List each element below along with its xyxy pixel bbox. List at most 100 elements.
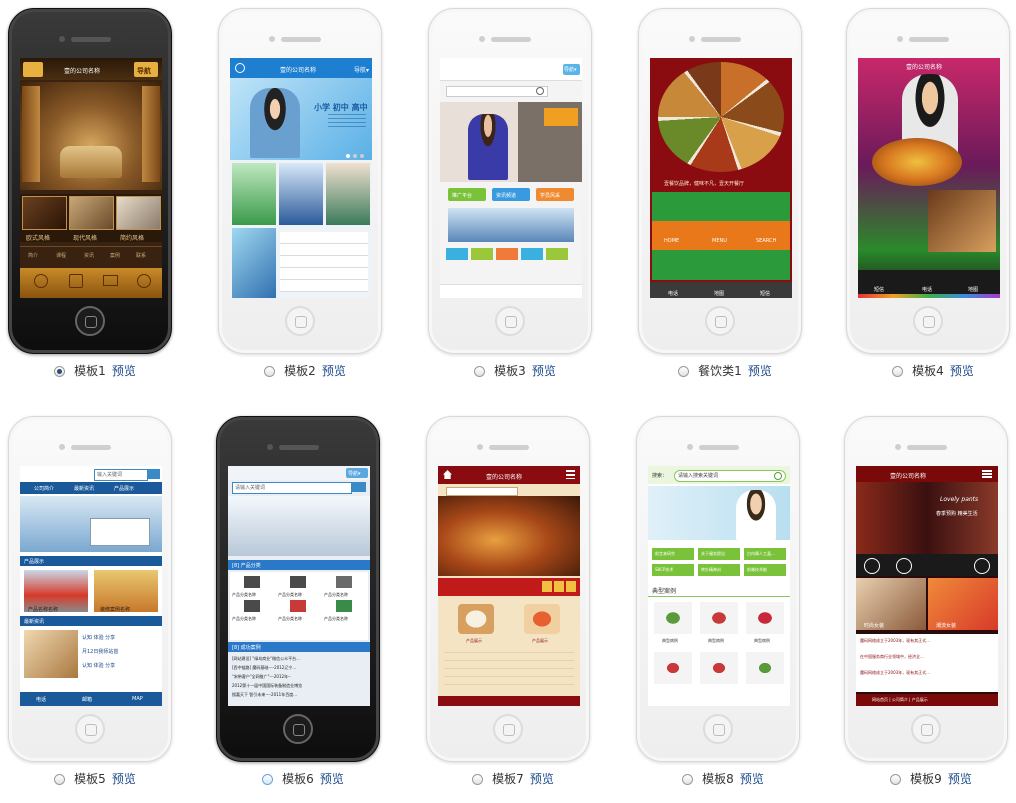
category-icon-4[interactable] [244, 600, 260, 612]
search-icon[interactable] [148, 469, 160, 479]
search-input[interactable] [446, 86, 548, 97]
tab-home[interactable]: HOME [664, 238, 679, 244]
menu-item-1[interactable]: 简介 [28, 252, 38, 259]
template-radio[interactable] [262, 774, 274, 785]
news-item-2[interactable]: 在中国服务商行业领域中，经济全... [860, 654, 924, 660]
menu-item-5[interactable]: 联系 [136, 252, 146, 259]
news-item-1[interactable]: 认知 体验 分享 [82, 634, 115, 641]
phone-icon[interactable] [974, 558, 990, 574]
bottom-call[interactable]: 电话 [668, 290, 678, 297]
case-image-3[interactable] [746, 602, 784, 634]
tag-1[interactable] [446, 248, 468, 260]
template-card-1[interactable]: 壹的公司名称 导航 欧式风格 现代风格 简约风格 简介 课程 资讯 案例 联系 [0, 0, 190, 395]
feature-icons[interactable] [542, 581, 576, 592]
news-item-3[interactable]: 认知 体验 分享 [82, 662, 115, 669]
thumb-1[interactable] [22, 196, 67, 230]
grid-image-2[interactable] [279, 163, 323, 225]
bottom-mail[interactable]: 邮箱 [82, 696, 92, 703]
preview-link[interactable]: 预览 [112, 364, 136, 378]
template-card-7[interactable]: 导航▾ 请输入关键词 [8] 产品分类 产品分类名称 产品分类名称 产品分类名称… [208, 408, 398, 803]
template-radio[interactable] [892, 366, 904, 377]
template-radio[interactable] [474, 366, 486, 377]
phone-icon[interactable] [34, 274, 48, 288]
food-grid[interactable] [928, 190, 996, 252]
news-item-3[interactable]: 魔码网络成立于2003年，现有其正式... [860, 670, 930, 676]
case-image-2[interactable] [700, 602, 738, 634]
template-card-3[interactable]: 导航▾ 推广平台 资讯频道 学员风采 模板3 预览 [420, 0, 610, 395]
category-icon-2[interactable] [290, 576, 306, 588]
search-input[interactable] [446, 487, 518, 496]
menu-icon[interactable] [566, 470, 575, 479]
template-card-10[interactable]: 壹的公司名称 Lovely pants 春季预购 精美生活 时尚女装 潮流女装 … [836, 408, 1016, 803]
preview-link[interactable]: 预览 [748, 364, 772, 378]
menu-item-4[interactable]: 案例 [110, 252, 120, 259]
case-item-4[interactable]: 2012第十一届中国国际装备制造业博览 [232, 683, 302, 689]
template-preview-screen[interactable]: 壹的公司名称 导航 欧式风格 现代风格 简约风格 简介 课程 资讯 案例 联系 [20, 58, 162, 298]
location-icon[interactable] [896, 558, 912, 574]
template-card-9[interactable]: 搜索： 请输入搜索关键词 前言来研究 关于服务提出 白内障人工晶... SBCP… [628, 408, 818, 803]
template-radio[interactable] [682, 774, 694, 785]
footer-links[interactable]: 网站首页 | 公司简介 | 产品展示 [872, 697, 928, 703]
grid-image-3[interactable] [326, 163, 370, 225]
product-image-2[interactable] [524, 604, 560, 634]
search-icon[interactable] [352, 482, 366, 492]
template-card-6[interactable]: 输入关键词 公司简介 最新资讯 产品展示 产品展示 产品名称名称 装修案例名称 … [0, 408, 190, 803]
product-image-1[interactable] [458, 604, 494, 634]
share-icon[interactable] [137, 274, 151, 288]
thumb-3[interactable] [116, 196, 161, 230]
template-radio[interactable] [890, 774, 902, 785]
nav-item-2[interactable]: 最新资讯 [74, 485, 94, 492]
grid-image-4[interactable] [232, 228, 276, 298]
preview-link[interactable]: 预览 [950, 364, 974, 378]
search-icon[interactable] [774, 472, 782, 480]
template-radio[interactable] [54, 774, 66, 785]
category-icon-1[interactable] [244, 576, 260, 588]
search-icon[interactable] [536, 87, 544, 95]
menu-item-2[interactable]: 课程 [56, 252, 66, 259]
case-item-3[interactable]: "宋带客户"全网推广"---2012年-- [232, 674, 291, 680]
template-preview-screen[interactable]: 输入关键词 公司简介 最新资讯 产品展示 产品展示 产品名称名称 装修案例名称 … [20, 466, 162, 706]
template-preview-screen[interactable]: 导航▾ 请输入关键词 [8] 产品分类 产品分类名称 产品分类名称 产品分类名称… [228, 466, 370, 706]
template-radio[interactable] [54, 366, 66, 377]
news-item-1[interactable]: 魔码网络成立于2003年，现有其正式... [860, 638, 930, 644]
bottom-map[interactable]: 地图 [968, 286, 978, 293]
category-icon-5[interactable] [290, 600, 306, 612]
case-image-4[interactable] [654, 652, 692, 684]
case-item-5[interactable]: 搜嘉天下 智引未来----2011年百度... [232, 692, 297, 698]
preview-link[interactable]: 预览 [530, 772, 554, 786]
icon-grid[interactable] [652, 192, 790, 280]
preview-link[interactable]: 预览 [112, 772, 136, 786]
preview-link[interactable]: 预览 [740, 772, 764, 786]
nav-item-3[interactable]: 产品展示 [114, 485, 134, 492]
case-image-1[interactable] [654, 602, 692, 634]
menu-icon[interactable] [982, 470, 992, 478]
mail-icon[interactable] [103, 275, 118, 286]
preview-link[interactable]: 预览 [532, 364, 556, 378]
case-image-5[interactable] [700, 652, 738, 684]
tag-3[interactable] [496, 248, 518, 260]
search-icon[interactable] [23, 62, 43, 77]
bottom-map[interactable]: 地图 [714, 290, 724, 297]
bottom-sms[interactable]: 短信 [760, 290, 770, 297]
case-item-1[interactable]: [网站建设] "绿岛商业"微信公众平台... [232, 656, 300, 662]
search-icon[interactable] [235, 63, 245, 73]
bottom-call[interactable]: 电话 [922, 286, 932, 293]
tab-menu[interactable]: MENU [712, 238, 727, 244]
menu-button[interactable]: 导航▾ [354, 65, 369, 74]
template-radio[interactable] [472, 774, 484, 785]
template-preview-screen[interactable]: 壹的公司名称 产品展示 产品展示 [438, 466, 580, 706]
template-preview-screen[interactable]: 搜索： 请输入搜索关键词 前言来研究 关于服务提出 白内障人工晶... SBCP… [648, 466, 790, 706]
bottom-sms[interactable]: 短信 [874, 286, 884, 293]
case-item-2[interactable]: [西中链路] 魔码基础----2012辽宁... [232, 665, 296, 671]
template-radio[interactable] [264, 366, 276, 377]
preview-link[interactable]: 预览 [948, 772, 972, 786]
preview-link[interactable]: 预览 [322, 364, 346, 378]
template-preview-screen[interactable]: 壹的公司名称 Lovely pants 春季预购 精美生活 时尚女装 潮流女装 … [856, 466, 998, 706]
category-icon-3[interactable] [336, 576, 352, 588]
preview-link[interactable]: 预览 [320, 772, 344, 786]
news-item-2[interactable]: 月12日我师站首 [82, 648, 118, 655]
tag-5[interactable] [546, 248, 568, 260]
nav-item-1[interactable]: 公司简介 [34, 485, 54, 492]
tag-2[interactable] [471, 248, 493, 260]
template-radio[interactable] [678, 366, 690, 377]
